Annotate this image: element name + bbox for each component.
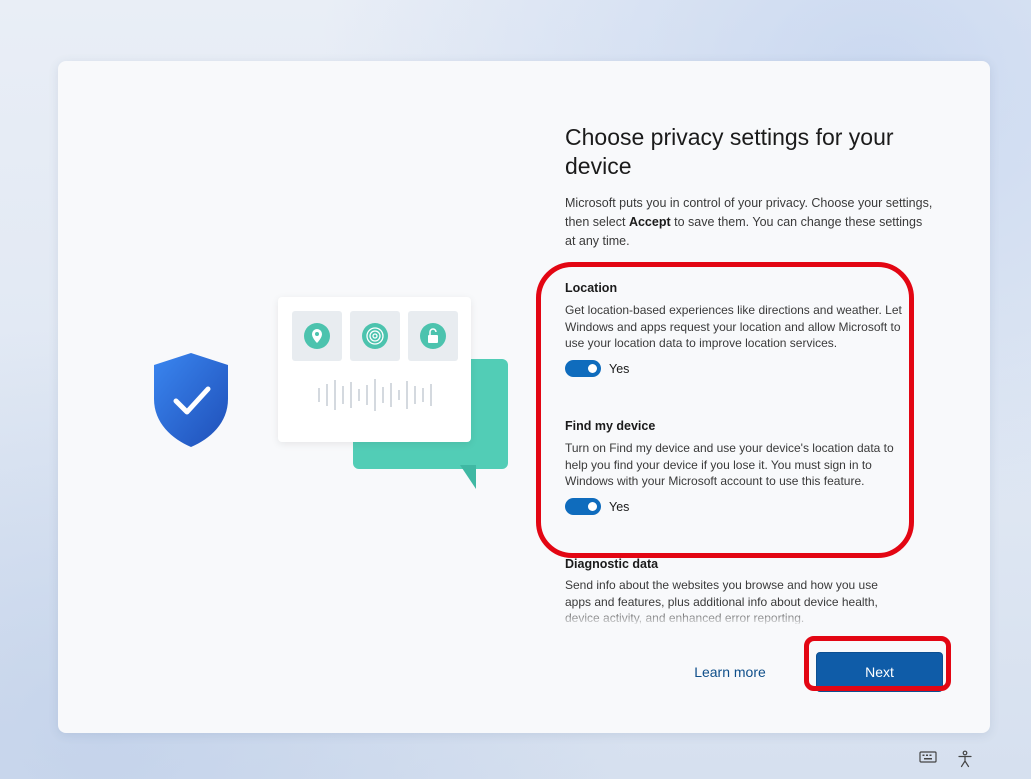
privacy-illustration [148, 297, 508, 497]
setting-description: Get location-based experiences like dire… [565, 303, 902, 350]
toggle-knob [588, 502, 597, 511]
shield-check-icon [148, 349, 234, 454]
toggle-row: Yes [565, 497, 905, 517]
location-toggle[interactable] [565, 360, 601, 377]
find-my-device-toggle[interactable] [565, 498, 601, 515]
accessibility-icon[interactable] [955, 750, 975, 770]
next-button[interactable]: Next [816, 652, 943, 692]
setting-description: Turn on Find my device and use your devi… [565, 441, 894, 488]
tile-unlock [408, 311, 458, 361]
settings-panel-illustration [278, 297, 471, 442]
setting-find-my-device: Find my device Turn on Find my device an… [565, 417, 905, 517]
settings-scroll-area[interactable]: Location Get location-based experiences … [565, 279, 910, 624]
setting-location: Location Get location-based experiences … [565, 279, 905, 379]
tile-location [292, 311, 342, 361]
fingerprint-icon [362, 323, 388, 349]
keyboard-icon[interactable] [918, 750, 938, 770]
setting-title: Location [565, 281, 618, 295]
toggle-label: Yes [609, 361, 630, 376]
page-title: Choose privacy settings for your device [565, 124, 894, 179]
speech-bubble-tail [460, 465, 476, 489]
toggle-knob [588, 364, 597, 373]
setup-card: Choose privacy settings for your device … [58, 61, 990, 733]
toggle-label: Yes [609, 499, 630, 514]
tile-fingerprint [350, 311, 400, 361]
learn-more-button[interactable]: Learn more [675, 657, 785, 687]
scroll-fade [558, 609, 918, 627]
intro-text-bold: Accept [628, 215, 671, 229]
audio-waveform [318, 379, 432, 411]
setting-title: Diagnostic data [565, 557, 659, 571]
setting-title: Find my device [565, 419, 656, 433]
toggle-row: Yes [565, 359, 905, 379]
location-pin-icon [304, 323, 330, 349]
unlock-icon [420, 323, 446, 349]
intro-text: Microsoft puts you in control of your pr… [565, 194, 935, 251]
